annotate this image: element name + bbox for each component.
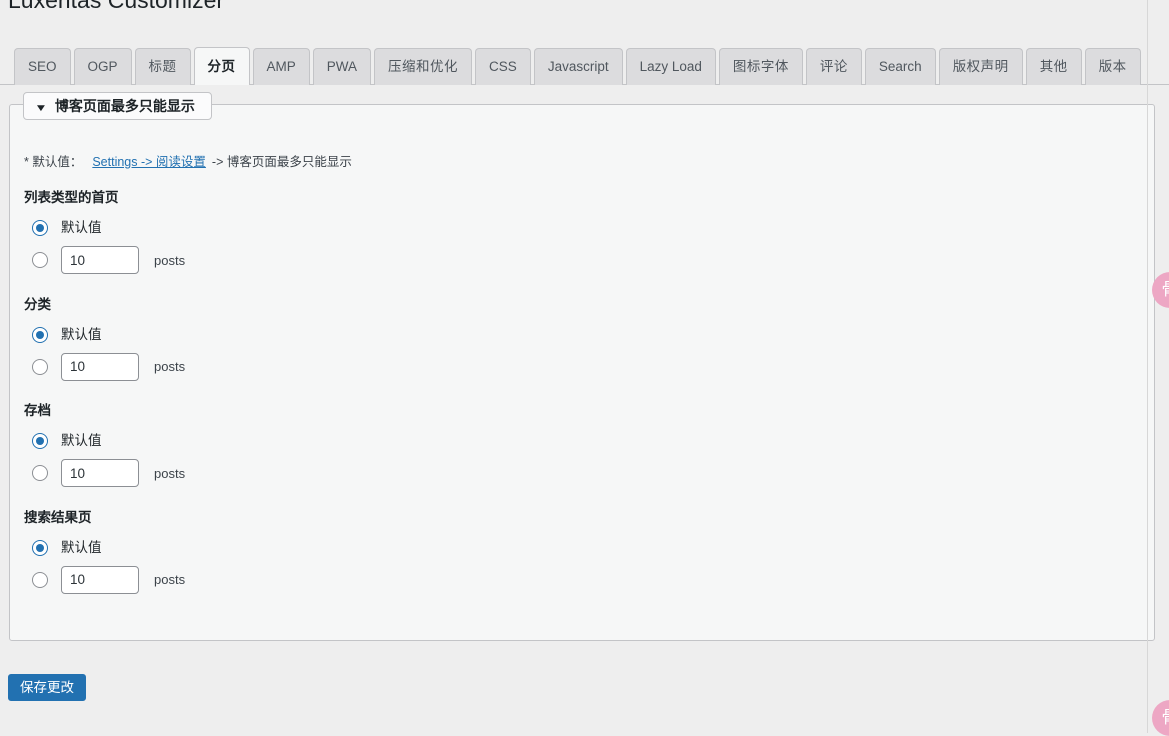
radio-row-custom[interactable]: posts [24, 352, 1144, 382]
posts-unit-label: posts [154, 359, 186, 374]
scroll-divider [1147, 0, 1148, 733]
pagination-group: 列表类型的首页默认值 posts [24, 189, 1144, 275]
posts-unit-label: posts [154, 465, 186, 481]
tab-10[interactable]: Lazy Load [625, 48, 716, 85]
pagination-group: 搜索结果页默认值 posts [24, 509, 1144, 595]
posts-unit-label: posts [154, 252, 186, 268]
tab-7[interactable]: 压缩和优化 [374, 48, 473, 85]
tab-13[interactable]: Search [864, 48, 936, 85]
settings-tab-bar: SEO OGP 标题 分页 AMP PWA 压缩和优化 CSS Javascript Lazy L… [0, 47, 1169, 85]
tab-16[interactable]: 版本 [1084, 48, 1141, 85]
radio-custom[interactable] [32, 358, 48, 375]
reading-settings-link[interactable]: Settings -> 阅读设置 [92, 155, 206, 169]
radio-default[interactable] [32, 433, 48, 449]
pagination-group: 存档默认值 posts [24, 402, 1144, 488]
radio-row-default[interactable]: 默认值 [24, 428, 1144, 454]
radio-default-label: 默认值 [61, 539, 102, 555]
note-prefix: * 默认值： [24, 155, 83, 169]
radio-row-default[interactable]: 默认值 [24, 535, 1144, 561]
posts-per-page-input[interactable] [61, 246, 139, 274]
tab-5[interactable]: AMP [252, 48, 310, 85]
pagination-groups: 列表类型的首页默认值posts分类默认值posts存档默认值posts搜索结果页… [24, 189, 1144, 595]
group-title: 存档 [24, 403, 51, 418]
group-title: 列表类型的首页 [24, 190, 119, 205]
tab-2[interactable]: OGP [73, 48, 132, 85]
tab-15[interactable]: 其他 [1025, 48, 1082, 85]
radio-row-default[interactable]: 默认值 [24, 322, 1144, 348]
radio-custom[interactable] [32, 252, 48, 268]
posts-per-page-input[interactable] [61, 565, 139, 594]
settings-panel: ▼ 博客页面最多只能显示 * 默认值： Settings -> 阅读设置 -> 博客页… [9, 92, 1155, 641]
radio-default-label: 默认值 [61, 220, 102, 235]
radio-row-custom[interactable]: posts [24, 245, 1144, 275]
group-title: 分类 [24, 296, 51, 312]
pagination-group: 分类默认值 posts [24, 296, 1144, 382]
radio-row-custom[interactable]: posts [24, 565, 1144, 595]
accordion-header-blog-page-max[interactable]: ▼ 博客页面最多只能显示 [23, 92, 212, 120]
page-title: Luxeritas Customizer [8, 0, 225, 13]
note-suffix: -> 博客页面最多只能显示 [211, 155, 352, 169]
accordion-header-label: 博客页面最多只能显示 [54, 98, 195, 114]
radio-row-default[interactable]: 默认值 [24, 215, 1144, 241]
floating-badge-bottom[interactable]: 骨 [1152, 700, 1169, 736]
radio-default[interactable] [32, 326, 48, 343]
radio-custom[interactable] [32, 465, 48, 481]
radio-default-label: 默认值 [61, 326, 102, 342]
posts-per-page-input[interactable] [61, 459, 139, 487]
tab-4[interactable]: 分页 [193, 47, 250, 85]
save-button[interactable]: 保存更改 [8, 674, 86, 701]
tab-6[interactable]: PWA [312, 48, 372, 85]
posts-unit-label: posts [154, 572, 186, 587]
radio-custom[interactable] [32, 571, 48, 588]
tab-3[interactable]: 标题 [134, 48, 191, 85]
default-value-note: * 默认值： Settings -> 阅读设置 -> 博客页面最多只能显示 [24, 151, 352, 170]
posts-per-page-input[interactable] [61, 352, 139, 381]
radio-default[interactable] [32, 220, 48, 236]
triangle-down-icon: ▼ [34, 103, 48, 114]
tab-1[interactable]: SEO [14, 48, 71, 85]
tab-14[interactable]: 版权声明 [938, 48, 1023, 85]
radio-default-label: 默认值 [61, 433, 102, 448]
tab-12[interactable]: 评论 [805, 48, 862, 85]
tab-11[interactable]: 图标字体 [718, 48, 803, 85]
radio-row-custom[interactable]: posts [24, 458, 1144, 488]
tab-9[interactable]: Javascript [533, 48, 623, 85]
group-title: 搜索结果页 [24, 509, 92, 525]
tab-8[interactable]: CSS [475, 48, 531, 85]
radio-default[interactable] [32, 539, 48, 556]
